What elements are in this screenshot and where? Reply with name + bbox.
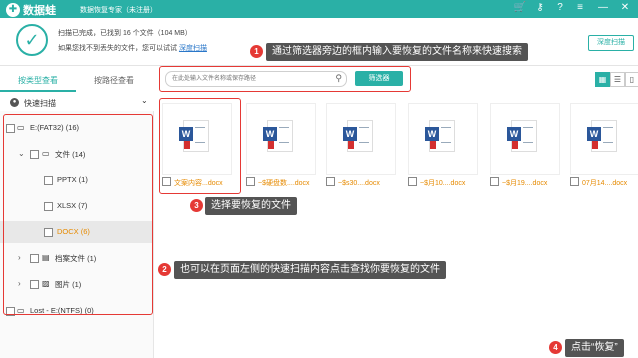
file-checkbox[interactable] <box>326 177 335 186</box>
scan-complete-icon: ✓ <box>16 24 48 56</box>
step-number-4: 4 <box>549 341 562 354</box>
close-icon[interactable]: ✕ <box>618 2 632 13</box>
search-icon[interactable]: ⚲ <box>335 73 342 84</box>
word-doc-icon: W <box>587 120 617 152</box>
file-name: ~$月19....docx <box>490 177 570 188</box>
grid-view-icon[interactable]: ▦ <box>595 72 610 87</box>
list-view-icon[interactable]: ☰ <box>610 72 625 87</box>
file-name-text: ~$月19....docx <box>502 180 548 187</box>
scan-status-icon: ● <box>10 98 19 107</box>
file-name: ~$月10....docx <box>408 177 488 188</box>
view-tabs: 按类型查看 按路径查看 <box>0 72 153 92</box>
scan-summary: 扫描已完成，已找到 16 个文件（104 MB） <box>58 30 192 37</box>
file-card[interactable]: W ~$月10....docx <box>408 103 478 189</box>
callout-sidebar: 也可以在页面左侧的快速扫描内容点击查找你要恢复的文件 <box>174 261 446 279</box>
title-bar: ✚ 数据蛙 数据恢复专家（未注册） 🛒 ⚷ ? ≡ — ✕ <box>0 0 638 18</box>
file-thumbnail[interactable]: W <box>490 103 560 175</box>
file-name-text: ~$s30....docx <box>338 180 380 187</box>
callout-search: 通过筛选器旁边的框内输入要恢复的文件名称来快速搜索 <box>266 43 528 61</box>
file-name-text: ~$月10....docx <box>420 180 466 187</box>
selected-file-highlight <box>159 98 241 194</box>
minimize-icon[interactable]: — <box>596 2 610 13</box>
app-logo: ✚ 数据蛙 <box>6 2 56 18</box>
word-doc-icon: W <box>507 120 537 152</box>
cart-icon[interactable]: 🛒 <box>513 2 527 13</box>
chevron-down-icon[interactable]: ⌄ <box>141 96 148 105</box>
step-number-2: 2 <box>158 263 171 276</box>
file-checkbox[interactable] <box>490 177 499 186</box>
file-checkbox[interactable] <box>570 177 579 186</box>
tab-by-path[interactable]: 按路径查看 <box>76 72 152 90</box>
callout-select-file: 选择要恢复的文件 <box>205 197 297 215</box>
key-icon[interactable]: ⚷ <box>533 2 547 13</box>
step-number-1: 1 <box>250 45 263 58</box>
sidebar-highlight <box>3 114 153 315</box>
filter-button[interactable]: 筛选器 <box>355 71 403 86</box>
file-card[interactable]: W ~$硬盘数....docx <box>246 103 316 189</box>
deep-scan-button[interactable]: 深度扫描 <box>588 35 634 51</box>
deep-scan-hint-text: 如果您找不到丢失的文件，您可以试试 <box>58 45 177 52</box>
word-doc-icon: W <box>425 120 455 152</box>
app-subtitle: 数据恢复专家（未注册） <box>80 7 157 14</box>
quick-scan-label: 快速扫描 <box>24 99 56 108</box>
quick-scan-header[interactable]: ● 快速扫描 ⌄ <box>0 95 153 111</box>
file-checkbox[interactable] <box>246 177 255 186</box>
deep-scan-link[interactable]: 深度扫描 <box>179 45 207 52</box>
search-input[interactable] <box>172 73 327 84</box>
step-number-3: 3 <box>190 199 203 212</box>
file-checkbox[interactable] <box>408 177 417 186</box>
tab-by-type[interactable]: 按类型查看 <box>0 72 76 92</box>
app-name: 数据蛙 <box>23 5 56 17</box>
file-name: ~$硬盘数....docx <box>246 177 326 188</box>
file-card[interactable]: W ~$月19....docx <box>490 103 560 189</box>
menu-icon[interactable]: ≡ <box>573 2 587 13</box>
file-thumbnail[interactable]: W <box>570 103 638 175</box>
word-doc-icon: W <box>263 120 293 152</box>
file-card[interactable]: W 07月14....docx <box>570 103 638 189</box>
file-name-text: 07月14....docx <box>582 180 628 187</box>
file-card[interactable]: W ~$s30....docx <box>326 103 396 189</box>
search-box: ⚲ <box>165 71 347 87</box>
deep-scan-hint: 如果您找不到丢失的文件，您可以试试 深度扫描 <box>58 43 207 53</box>
file-name-text: ~$硬盘数....docx <box>258 180 310 187</box>
file-name: 07月14....docx <box>570 177 638 188</box>
file-thumbnail[interactable]: W <box>408 103 478 175</box>
word-doc-icon: W <box>343 120 373 152</box>
frog-logo-icon: ✚ <box>6 3 20 17</box>
file-name: ~$s30....docx <box>326 177 406 187</box>
file-thumbnail[interactable]: W <box>326 103 396 175</box>
file-thumbnail[interactable]: W <box>246 103 316 175</box>
detail-view-icon[interactable]: ▯ <box>625 72 638 87</box>
callout-recover: 点击“恢复” <box>565 339 624 357</box>
help-icon[interactable]: ? <box>553 2 567 13</box>
